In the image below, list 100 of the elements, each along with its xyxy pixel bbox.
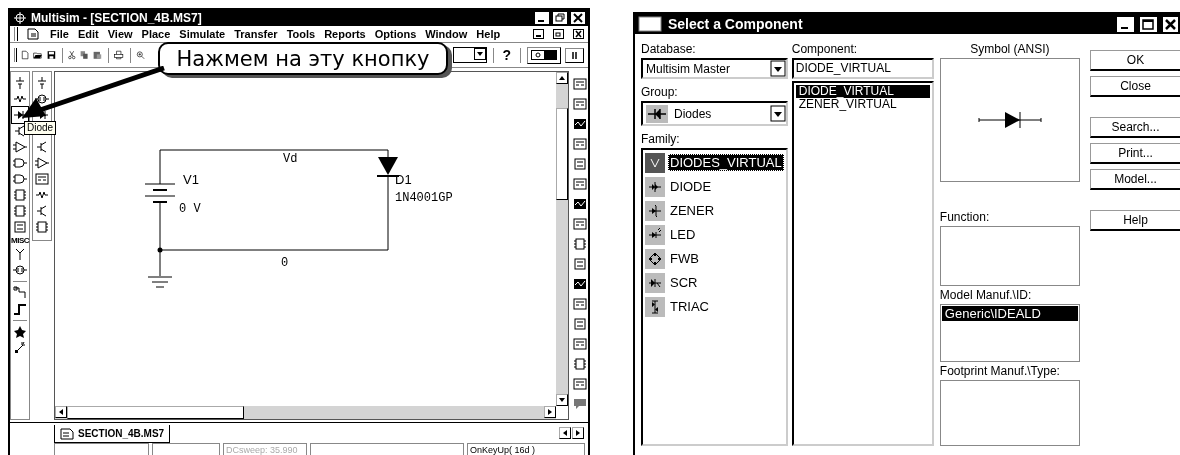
net-label: 0 xyxy=(281,256,289,270)
logic-gate-icon[interactable] xyxy=(13,172,27,186)
simulate-switch-button[interactable] xyxy=(526,46,561,64)
menu-item[interactable]: Help xyxy=(476,28,501,40)
connector-icon[interactable] xyxy=(13,286,27,300)
chip-icon[interactable] xyxy=(572,237,587,251)
group-dropdown[interactable]: Diodes xyxy=(641,101,788,126)
pause-button[interactable] xyxy=(564,47,584,63)
antenna-icon[interactable] xyxy=(13,247,27,261)
dialog-button[interactable]: Search... xyxy=(1090,117,1180,138)
zoom-dropdown[interactable] xyxy=(453,47,487,63)
triangle-icon[interactable] xyxy=(35,156,49,170)
menu-item[interactable]: Transfer xyxy=(234,28,278,40)
toolbar-label[interactable]: MISC xyxy=(11,236,29,245)
scissors-icon[interactable] xyxy=(68,48,76,62)
ground-symbol xyxy=(147,249,173,288)
instrument-icon[interactable] xyxy=(572,277,587,291)
menu-item[interactable]: Simulate xyxy=(179,28,226,40)
battery-icon[interactable] xyxy=(35,76,49,90)
family-item[interactable]: TRIAC xyxy=(645,296,784,317)
instrument-icon[interactable] xyxy=(572,197,587,211)
ring-icon[interactable] xyxy=(35,92,49,106)
instrument-icon[interactable] xyxy=(572,117,587,131)
scroll-thumb[interactable] xyxy=(67,406,244,419)
chip-icon[interactable] xyxy=(35,220,49,234)
maximize-icon[interactable] xyxy=(1140,16,1157,32)
printer-icon[interactable] xyxy=(114,48,124,62)
menu-item[interactable]: Edit xyxy=(77,28,99,40)
component-item[interactable]: DIODE_VIRTUAL xyxy=(795,85,930,98)
chip-icon[interactable] xyxy=(572,357,587,371)
help-button[interactable]: ? xyxy=(499,47,514,63)
database-dropdown[interactable]: Multisim Master xyxy=(641,58,788,79)
battery-icon[interactable] xyxy=(13,76,27,90)
tab-right-button[interactable] xyxy=(572,427,584,439)
close-icon[interactable] xyxy=(1163,16,1178,32)
transistor-icon[interactable] xyxy=(35,204,49,218)
menu-item[interactable]: View xyxy=(107,28,133,40)
document-icon[interactable] xyxy=(27,28,41,40)
menu-item[interactable]: Place xyxy=(141,28,171,40)
tab-left-button[interactable] xyxy=(559,427,571,439)
sheet-tab[interactable]: SECTION_4B.MS7 xyxy=(54,425,171,443)
speech-bubble-icon[interactable] xyxy=(572,397,587,411)
zoom-icon[interactable] xyxy=(136,48,146,62)
dialog-button[interactable]: Model... xyxy=(1090,169,1180,190)
scroll-thumb[interactable] xyxy=(556,108,568,200)
triangle-icon[interactable] xyxy=(13,140,27,154)
menu-item[interactable]: Options xyxy=(374,28,417,40)
display-icon[interactable] xyxy=(572,317,587,331)
switch-icon xyxy=(530,50,557,60)
diode-icon[interactable] xyxy=(13,108,27,122)
step-icon[interactable] xyxy=(13,302,27,316)
minimize-icon[interactable] xyxy=(535,12,549,24)
close-icon[interactable] xyxy=(573,29,584,39)
schematic-sheet-icon xyxy=(60,427,74,440)
dialog-button[interactable]: OK xyxy=(1090,50,1180,71)
close-icon[interactable] xyxy=(571,12,585,24)
caret-icon xyxy=(769,60,786,77)
display-icon[interactable] xyxy=(13,220,27,234)
family-item[interactable]: FWB xyxy=(645,248,784,269)
status-field xyxy=(152,443,220,455)
family-item[interactable]: LED xyxy=(645,224,784,245)
restore-icon[interactable] xyxy=(553,12,567,24)
transistor-icon[interactable] xyxy=(35,140,49,154)
dialog-button[interactable]: Print... xyxy=(1090,143,1180,164)
display-icon[interactable] xyxy=(572,157,587,171)
dialog-button[interactable]: Help xyxy=(1090,210,1180,231)
new-file-icon[interactable] xyxy=(21,48,30,62)
menu-item[interactable]: Window xyxy=(425,28,468,40)
menu-item[interactable]: Tools xyxy=(286,28,316,40)
component-field[interactable]: DIODE_VIRTUAL xyxy=(791,58,934,79)
scroll-down-button[interactable] xyxy=(556,394,568,406)
wand-icon[interactable] xyxy=(13,341,27,355)
scroll-left-button[interactable] xyxy=(55,406,67,418)
scroll-right-button[interactable] xyxy=(544,406,556,418)
component-ref: V1 xyxy=(183,172,199,187)
copy-icon[interactable] xyxy=(80,48,89,62)
save-icon[interactable] xyxy=(46,48,56,62)
model-item[interactable]: Generic\IDEALD xyxy=(941,306,1078,321)
menu-item[interactable]: Reports xyxy=(324,28,366,40)
dialog-button[interactable]: Close xyxy=(1090,76,1180,97)
display-icon[interactable] xyxy=(572,257,587,271)
field-label: Component: xyxy=(791,42,859,56)
minimize-icon[interactable] xyxy=(533,29,544,39)
component-item[interactable]: ZENER_VIRTUAL xyxy=(795,98,930,111)
scroll-up-button[interactable] xyxy=(556,72,568,84)
horizontal-scrollbar[interactable] xyxy=(55,406,556,419)
chip-icon[interactable] xyxy=(13,188,27,202)
transistor-icon[interactable] xyxy=(13,124,27,138)
star-icon[interactable] xyxy=(13,325,27,339)
logic-gate-icon[interactable] xyxy=(13,156,27,170)
family-item[interactable]: ZENER xyxy=(645,200,784,221)
vertical-scrollbar[interactable] xyxy=(556,72,568,406)
minimize-icon[interactable] xyxy=(1117,16,1134,32)
family-item[interactable]: SCR xyxy=(645,272,784,293)
menu-item[interactable]: File xyxy=(50,28,69,40)
chip-icon[interactable] xyxy=(13,204,27,218)
restore-icon[interactable] xyxy=(553,29,564,39)
family-item[interactable]: DIODE xyxy=(645,176,784,197)
ring-icon[interactable] xyxy=(13,263,27,277)
caret-icon xyxy=(576,430,580,436)
